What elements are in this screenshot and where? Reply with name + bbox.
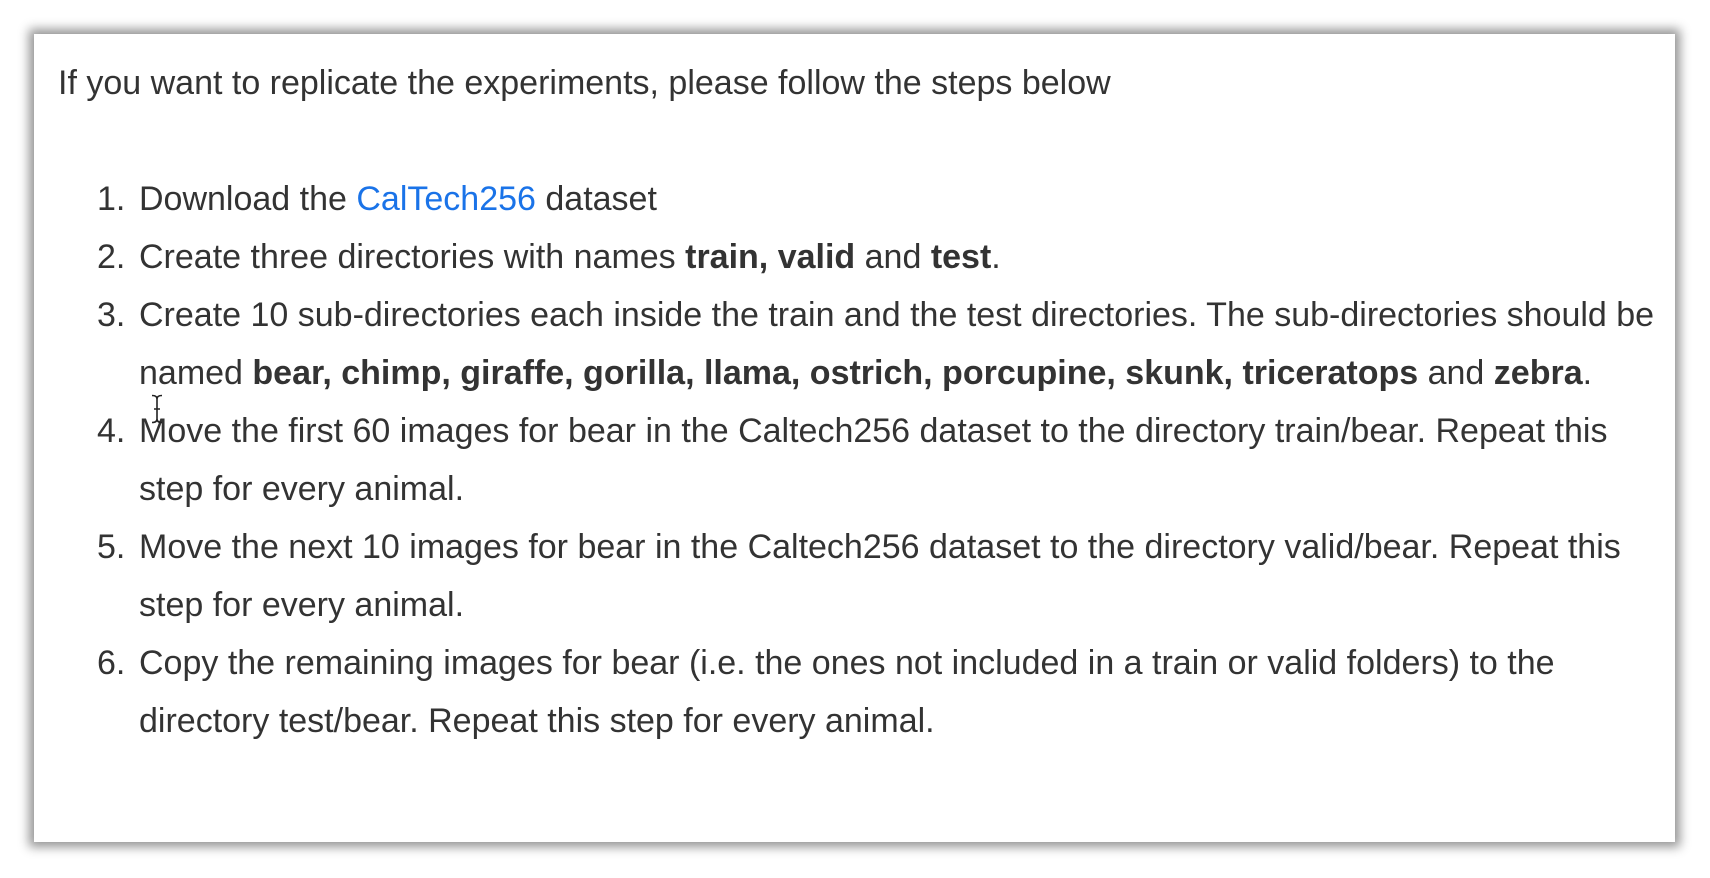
step-text: Copy the remaining images for bear (i.e.… <box>139 644 1555 740</box>
list-item: 1. Download the CalTech256 dataset <box>58 170 1655 228</box>
step-number: 4. <box>97 412 126 450</box>
step-text: Move the next 10 images for bear in the … <box>139 528 1621 624</box>
bold-text: test <box>930 238 992 276</box>
step-text: Create three directories with names <box>139 238 686 276</box>
list-item: 2. Create three directories with names tr… <box>58 228 1655 286</box>
step-text: and <box>1418 354 1494 392</box>
intro-text: If you want to replicate the experiments… <box>58 64 1111 102</box>
step-text: . <box>1582 354 1593 392</box>
step-text: Move the first 60 images for bear in the… <box>139 412 1608 508</box>
step-text: Download the <box>139 180 357 218</box>
step-text: dataset <box>535 180 657 218</box>
content-panel: If you want to replicate the experiments… <box>34 34 1675 842</box>
text-cursor-icon <box>151 394 163 424</box>
list-item: 4. Move the first 60 images for bear in t… <box>58 402 1655 518</box>
bold-text: train, valid <box>685 238 856 276</box>
bold-text: zebra <box>1493 354 1583 392</box>
step-number: 5. <box>97 528 126 566</box>
list-item: 5. Move the next 10 images for bear in th… <box>58 518 1655 634</box>
step-number: 3. <box>97 296 126 334</box>
instructions: If you want to replicate the experiments… <box>58 54 1655 750</box>
step-text: . <box>991 238 1001 276</box>
caltech256-link[interactable]: CalTech256 <box>356 180 536 218</box>
list-item: 3. Create 10 sub-directories each inside … <box>58 286 1655 402</box>
step-text: and <box>855 238 931 276</box>
bold-text: bear, chimp, giraffe, gorilla, llama, os… <box>252 354 1419 392</box>
list-item: 6. Copy the remaining images for bear (i.… <box>58 634 1655 750</box>
step-number: 2. <box>97 238 126 276</box>
step-number: 6. <box>97 644 126 682</box>
steps-list: 1. Download the CalTech256 dataset 2. Crea… <box>58 170 1655 750</box>
step-number: 1. <box>97 180 126 218</box>
